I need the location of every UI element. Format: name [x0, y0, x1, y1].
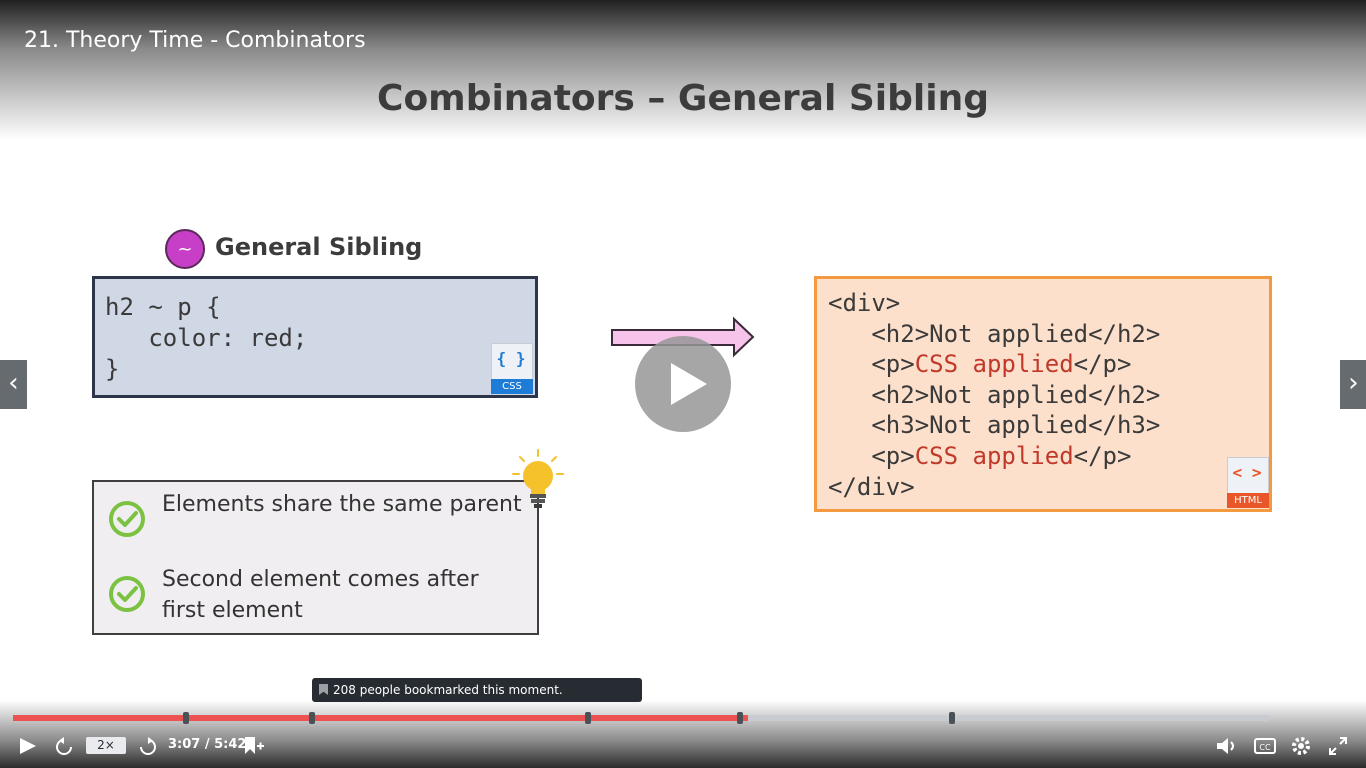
checkmark-icon	[109, 576, 145, 612]
bookmark-marker[interactable]	[949, 712, 955, 724]
bookmark-add-icon[interactable]	[243, 736, 265, 756]
selector-label: General Sibling	[215, 233, 423, 261]
player-controls: 2× 3:07 / 5:42 CC	[0, 730, 1366, 762]
time-display: 3:07 / 5:42	[168, 737, 247, 752]
lightbulb-icon	[512, 449, 564, 508]
bookmark-marker[interactable]	[737, 712, 743, 724]
fullscreen-icon[interactable]	[1328, 736, 1348, 756]
play-icon	[671, 363, 707, 405]
css-file-icon: { } CSS	[491, 343, 533, 394]
play-overlay-button[interactable]	[635, 336, 731, 432]
slide-heading: Combinators – General Sibling	[377, 78, 989, 119]
bookmark-tooltip-text: 208 people bookmarked this moment.	[333, 683, 563, 697]
progress-bar[interactable]	[13, 712, 1269, 724]
next-lecture-button[interactable]: ›	[1340, 360, 1366, 409]
html-code-line: <p>CSS applied</p>	[828, 350, 1132, 378]
bookmark-marker[interactable]	[309, 712, 315, 724]
captions-icon[interactable]: CC	[1254, 738, 1276, 754]
rule-text: Second element comes after first element	[162, 567, 479, 623]
bookmark-marker[interactable]	[585, 712, 591, 724]
play-icon[interactable]	[18, 737, 38, 755]
checkmark-icon	[109, 501, 145, 537]
top-overlay	[0, 0, 1366, 140]
playback-speed-button[interactable]: 2×	[86, 737, 126, 754]
html-code-line: <h2>Not applied</h2>	[828, 320, 1161, 348]
bookmark-icon	[319, 684, 328, 695]
html-code-line: <h2>Not applied</h2>	[828, 381, 1161, 409]
rule-text: Elements share the same parent	[162, 492, 522, 517]
video-title: 21. Theory Time - Combinators	[24, 28, 366, 53]
tilde-badge-icon: ~	[165, 229, 205, 269]
css-code-line: color: red;	[105, 324, 308, 352]
svg-text:CC: CC	[1259, 743, 1271, 752]
css-code-line: }	[105, 355, 120, 383]
progress-fill	[13, 715, 748, 721]
html-code-box: <div> <h2>Not applied</h2> <p>CSS applie…	[814, 276, 1272, 512]
html-file-tag: HTML	[1227, 493, 1269, 508]
html-code-line: <div>	[828, 289, 901, 317]
chevron-left-icon: ‹	[8, 368, 19, 398]
volume-icon[interactable]	[1216, 737, 1240, 755]
css-code-line: h2 ~ p {	[105, 293, 221, 321]
rules-box: Elements share the same parent Second el…	[92, 480, 539, 635]
rewind-icon[interactable]	[54, 737, 74, 757]
css-code-box: h2 ~ p { color: red; } { } CSS	[92, 276, 538, 398]
bookmark-marker[interactable]	[183, 712, 189, 724]
html-code-line: <h3>Not applied</h3>	[828, 411, 1161, 439]
bookmark-tooltip: 208 people bookmarked this moment.	[312, 678, 642, 702]
settings-icon[interactable]	[1290, 735, 1312, 757]
html-file-icon: < > HTML	[1227, 457, 1269, 508]
css-file-tag: CSS	[491, 379, 533, 394]
html-code-line: <p>CSS applied</p>	[828, 442, 1132, 470]
forward-icon[interactable]	[138, 737, 158, 757]
prev-lecture-button[interactable]: ‹	[0, 360, 27, 409]
chevron-right-icon: ›	[1348, 368, 1359, 398]
html-code-line: </div>	[828, 473, 915, 501]
